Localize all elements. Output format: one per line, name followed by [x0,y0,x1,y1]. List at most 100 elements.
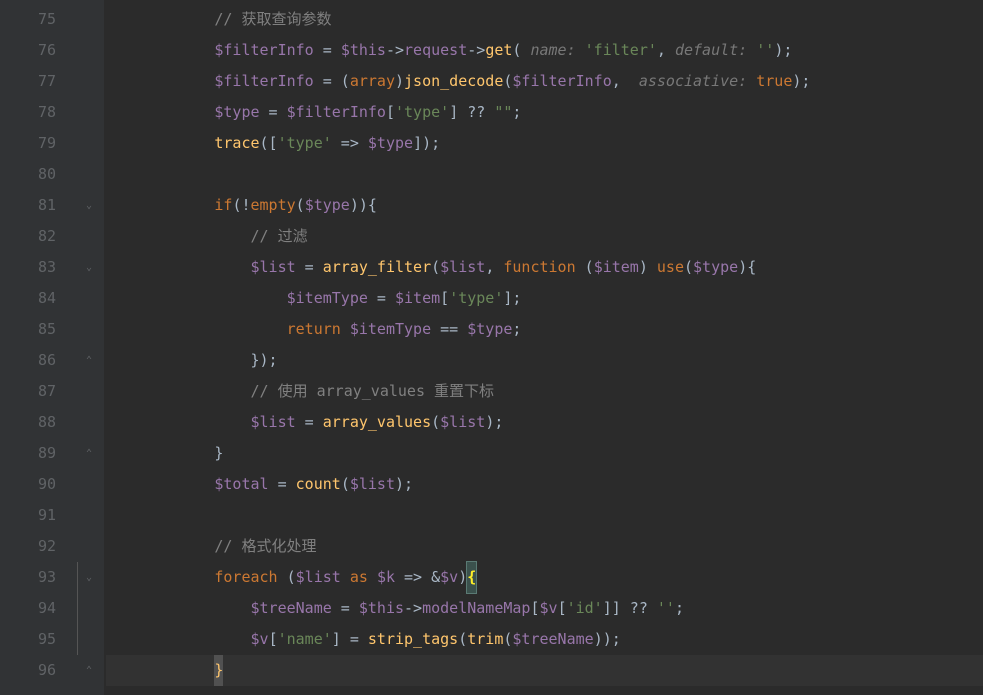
token: (! [232,190,250,221]
token: $list [350,469,395,500]
code-line[interactable]: // 使用 array_values 重置下标 [106,376,983,407]
token: $list [251,252,296,283]
line-number: 84 [0,283,56,314]
token: $item [395,283,440,314]
token: ( [431,252,440,283]
token: 'name' [278,624,332,655]
token: $list [251,407,296,438]
code-line[interactable]: $type = $filterInfo['type'] ?? ""; [106,97,983,128]
token: $list [440,407,485,438]
code-line[interactable]: $filterInfo = $this->request->get( name:… [106,35,983,66]
token: trim [467,624,503,655]
code-line[interactable]: return $itemType == $type; [106,314,983,345]
code-line[interactable] [106,159,983,190]
token: ] ?? [449,97,494,128]
token: request [404,35,467,66]
token: ); [395,469,413,500]
code-line[interactable]: if(!empty($type)){ [106,190,983,221]
token: )); [594,624,621,655]
fold-indicator [74,4,104,35]
line-number: 95 [0,624,56,655]
fold-indicator [74,314,104,345]
token: ( [585,252,594,283]
token: ; [512,97,521,128]
code-line[interactable]: trace(['type' => $type]); [106,128,983,159]
token: // 格式化处理 [214,531,316,562]
code-line[interactable]: $filterInfo = (array)json_decode($filter… [106,66,983,97]
token: ]; [503,283,521,314]
code-line[interactable]: } [106,655,983,686]
code-line[interactable]: $treeName = $this->modelNameMap[$v['id']… [106,593,983,624]
code-line[interactable]: $list = array_values($list); [106,407,983,438]
code-line[interactable]: } [106,438,983,469]
token: $v [440,562,458,593]
code-area[interactable]: // 获取查询参数 $filterInfo = $this->request->… [104,0,983,695]
fold-indicator [74,159,104,190]
fold-indicator[interactable]: ⌄ [74,190,104,221]
token: "" [494,97,512,128]
token: ( [341,469,350,500]
code-line[interactable]: // 格式化处理 [106,531,983,562]
code-line[interactable]: }); [106,345,983,376]
line-number: 75 [0,4,56,35]
token: 'type' [395,97,449,128]
fold-indicator[interactable]: ⌄ [74,562,104,593]
token: = [296,252,323,283]
fold-indicator[interactable]: ⌃ [74,655,104,686]
token: modelNameMap [422,593,530,624]
fold-indicator[interactable]: ⌃ [74,438,104,469]
line-number: 94 [0,593,56,624]
token: $list [296,562,350,593]
token: $type [214,97,259,128]
token: => [332,128,368,159]
fold-indicator [74,66,104,97]
token: ( [684,252,693,283]
fold-column[interactable]: ⌄ ⌄ ⌃ ⌃ ⌄ ⌃ [74,0,104,695]
token: $treeName [251,593,332,624]
token: [ [558,593,567,624]
fold-indicator [74,593,104,624]
line-number: 86 [0,345,56,376]
token: = [296,407,323,438]
token: = [314,35,341,66]
code-line[interactable]: // 获取查询参数 [106,4,983,35]
token: count [296,469,341,500]
fold-indicator[interactable]: ⌃ [74,345,104,376]
token: ]] ?? [603,593,657,624]
token: default: [675,35,756,66]
token: => & [395,562,440,593]
token: '' [657,593,675,624]
token: [ [440,283,449,314]
line-number: 88 [0,407,56,438]
code-line[interactable]: foreach ($list as $k => &$v){ [106,562,983,593]
token: $k [377,562,395,593]
line-number: 96 [0,655,56,686]
code-line[interactable]: $total = count($list); [106,469,983,500]
token: = ( [314,66,350,97]
fold-indicator[interactable]: ⌄ [74,252,104,283]
token: [ [269,624,278,655]
token: $type [305,190,350,221]
token: 'id' [567,593,603,624]
token: 'type' [449,283,503,314]
token: $this [359,593,404,624]
token: $item [594,252,639,283]
fold-indicator [74,624,104,655]
line-number: 90 [0,469,56,500]
token: = [332,593,359,624]
code-line[interactable] [106,500,983,531]
fold-indicator [74,221,104,252]
code-line[interactable]: $list = array_filter($list, function ($i… [106,252,983,283]
line-number: 85 [0,314,56,345]
token: $filterInfo [512,66,611,97]
token: ( [431,407,440,438]
code-line[interactable]: $itemType = $item['type']; [106,283,983,314]
token: )){ [350,190,377,221]
token: trace [214,128,259,159]
token: ( [503,624,512,655]
token: }); [251,345,278,376]
code-line[interactable]: // 过滤 [106,221,983,252]
code-line[interactable]: $v['name'] = strip_tags(trim($treeName))… [106,624,983,655]
token: $type [693,252,738,283]
token: as [350,562,377,593]
